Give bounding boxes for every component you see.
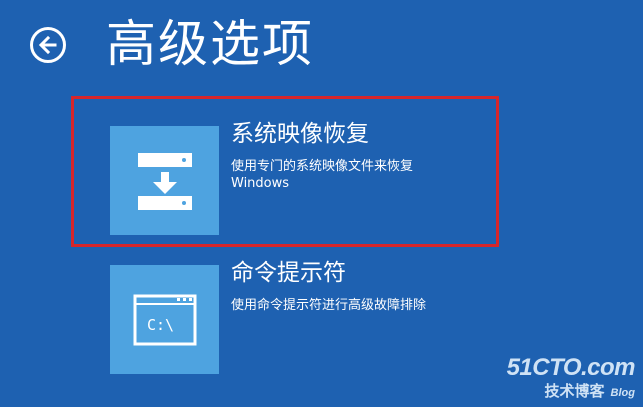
- command-prompt-icon-text: C:\: [147, 316, 174, 334]
- description-line: 使用命令提示符进行高级故障排除: [231, 298, 427, 313]
- option-tile[interactable]: [110, 126, 219, 235]
- description-line: Windows: [231, 176, 290, 191]
- option-description: 使用专门的系统映像文件来恢复 Windows: [231, 158, 471, 192]
- watermark-sub-text: 技术博客: [544, 383, 605, 400]
- option-title: 系统映像恢复: [231, 121, 369, 147]
- option-title: 命令提示符: [231, 260, 346, 286]
- watermark: 51CTO.com 技术博客 Blog: [506, 354, 636, 401]
- command-prompt-icon: C:\: [133, 294, 196, 345]
- watermark-blog-text: Blog: [610, 387, 635, 399]
- option-description: 使用命令提示符进行高级故障排除: [231, 297, 471, 314]
- watermark-logo: 51CTO.com: [506, 354, 636, 381]
- page-title: 高级选项: [106, 15, 314, 73]
- option-tile[interactable]: C:\: [110, 265, 219, 374]
- back-button[interactable]: [30, 27, 66, 63]
- watermark-subtitle: 技术博客 Blog: [507, 380, 635, 401]
- arrow-left-icon: [38, 35, 57, 55]
- system-image-restore-icon: [137, 152, 192, 210]
- description-line: 使用专门的系统映像文件来恢复: [231, 159, 414, 174]
